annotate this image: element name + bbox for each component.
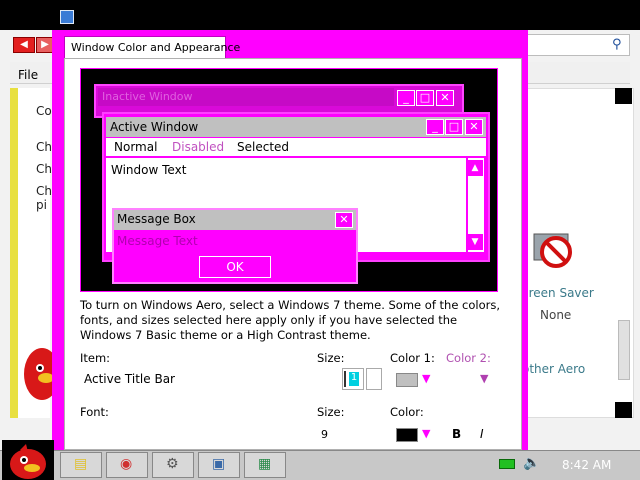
back-button[interactable]: ◀ — [13, 37, 35, 53]
scroll-up-button[interactable] — [615, 88, 632, 104]
size-stepper[interactable] — [366, 368, 382, 390]
font-color-label: Color: — [390, 405, 424, 419]
message-box-title: Message Box — [117, 212, 196, 226]
menu-selected[interactable]: Selected — [237, 140, 289, 154]
inactive-window-title: Inactive Window — [102, 90, 193, 103]
screen-saver-value: None — [540, 308, 572, 322]
size-value: 1 — [349, 372, 359, 386]
text-cursor — [344, 371, 346, 387]
tab-window-color[interactable]: Window Color and Appearance — [64, 36, 240, 58]
folder-icon: ▤ — [74, 456, 88, 472]
menu-normal[interactable]: Normal — [114, 140, 157, 154]
color1-swatch[interactable] — [396, 373, 418, 387]
app-icon — [60, 10, 74, 24]
chevron-down-icon[interactable]: ▼ — [422, 372, 430, 385]
search-icon[interactable]: ⚲ — [612, 37, 622, 52]
screen-saver-icon[interactable] — [530, 228, 576, 274]
taskbar-window[interactable]: ▣ — [198, 452, 240, 478]
italic-button[interactable]: I — [480, 427, 484, 441]
scroll-up-icon[interactable]: ▲ — [467, 160, 483, 176]
menu-disabled[interactable]: Disabled — [172, 140, 224, 154]
font-label: Font: — [80, 405, 109, 419]
bold-button[interactable]: B — [452, 427, 461, 441]
color2-label: Color 2: — [446, 351, 491, 365]
close-icon[interactable]: ✕ — [436, 90, 454, 106]
window-text: Window Text — [111, 163, 187, 177]
preview-menu-bar — [106, 138, 486, 158]
chrome-icon: ◉ — [120, 456, 133, 472]
window-icon: ▣ — [212, 456, 226, 472]
maximize-icon[interactable]: □ — [445, 119, 463, 135]
item-select[interactable]: Active Title Bar — [80, 368, 310, 390]
top-black-bar — [0, 0, 640, 30]
scroll-down-icon[interactable]: ▼ — [467, 234, 483, 250]
close-icon[interactable]: ✕ — [335, 212, 353, 228]
start-button[interactable] — [2, 440, 54, 480]
clock[interactable]: 8:42 AM — [562, 458, 611, 472]
minimize-icon[interactable]: _ — [397, 90, 415, 106]
battery-icon[interactable] — [499, 459, 515, 469]
active-window-title: Active Window — [110, 120, 199, 134]
taskbar-display[interactable]: ▦ — [244, 452, 286, 478]
maximize-icon[interactable]: □ — [416, 90, 434, 106]
font-size-select[interactable]: 9 — [321, 428, 328, 441]
item-label: Item: — [80, 351, 111, 365]
font-color-swatch[interactable] — [396, 428, 418, 442]
color1-label: Color 1: — [390, 351, 435, 365]
description-text: To turn on Windows Aero, select a Window… — [80, 298, 501, 342]
screen-saver-link[interactable]: creen Saver — [522, 286, 594, 300]
ok-button[interactable]: OK — [199, 256, 271, 278]
other-aero-link[interactable]: other Aero — [522, 362, 585, 376]
angry-bird-icon — [22, 328, 60, 408]
minimize-icon[interactable]: _ — [426, 119, 444, 135]
taskbar-tools[interactable]: ⚙ — [152, 452, 194, 478]
menu-file[interactable]: File — [18, 68, 38, 82]
taskbar-chrome[interactable]: ◉ — [106, 452, 148, 478]
scrollbar-thumb[interactable] — [618, 320, 630, 380]
display-icon: ▦ — [258, 456, 272, 472]
font-size-label: Size: — [317, 405, 345, 419]
tools-icon: ⚙ — [166, 456, 179, 472]
taskbar-explorer[interactable]: ▤ — [60, 452, 102, 478]
chevron-down-icon[interactable]: ▼ — [480, 372, 488, 385]
scroll-down-button[interactable] — [615, 402, 632, 418]
volume-icon[interactable]: 🔈 — [523, 455, 540, 471]
chevron-down-icon[interactable]: ▼ — [422, 427, 430, 440]
dialog-border — [52, 30, 64, 450]
message-text: Message Text — [117, 234, 198, 248]
size-label: Size: — [317, 351, 345, 365]
close-icon[interactable]: ✕ — [465, 119, 483, 135]
